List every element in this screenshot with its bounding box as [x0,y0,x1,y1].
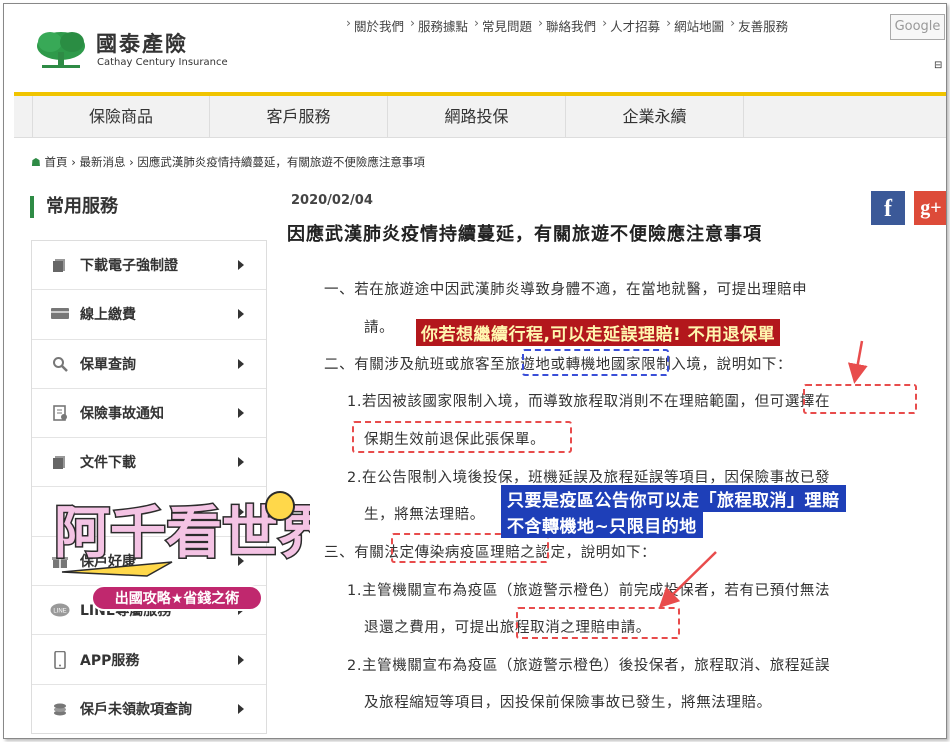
chevron-right-icon [238,260,244,271]
nav-online-insure[interactable]: 網路投保 [388,96,566,137]
sidebar-item-label: APP服務 [80,652,140,669]
article-paragraph: 2.在公告限制入境後投保，班機延誤及旅程延誤等項目，因保險事故已發 [347,470,831,486]
article-paragraph: 請。 [364,320,395,336]
breadcrumb-current: 因應武漢肺炎疫情持續蔓延，有關旅遊不便險應注意事項 [137,155,425,169]
breadcrumb-home[interactable]: 首頁 [45,155,68,169]
highlight-box-red [352,421,572,453]
sidebar-title: 常用服務 [30,196,118,218]
chevron-right-icon [238,309,244,320]
top-link-locations[interactable]: 服務據點 [410,15,474,35]
highlight-box-red [803,384,917,414]
sidebar-item-label: 保單查詢 [80,356,136,373]
brand-name-en[interactable]: Cathay Century Insurance [97,57,228,68]
article-paragraph: 一、若在旅遊途中因武漢肺炎導致身體不適，在當地就醫，可提出理賠申 [324,282,808,298]
sidebar-item-app-service[interactable]: APP服務 [32,635,266,685]
chevron-right-icon [238,408,244,419]
highlight-box-blue [522,349,669,376]
top-link-contact[interactable]: 聯絡我們 [538,15,602,35]
article-paragraph: 及旅程縮短等項目，因投保前保險事故已發生，將無法理賠。 [364,695,772,711]
claim-form-icon [50,404,70,422]
browser-page: 國泰產險 Cathay Century Insurance 關於我們 服務據點 … [3,3,947,739]
nav-sustainability[interactable]: 企業永續 [566,96,744,137]
breadcrumb: ☗ 首頁 › 最新消息 › 因應武漢肺炎疫情持續蔓延，有關旅遊不便險應注意事項 [31,154,425,170]
top-link-sitemap[interactable]: 網站地圖 [666,15,730,35]
highlight-box-red [516,607,680,639]
annotation-red-note: 你若想繼續行程,可以走延誤理賠! 不用退保單 [416,319,781,346]
article-date: 2020/02/04 [291,193,373,208]
article-title: 因應武漢肺炎疫情持續蔓延，有關旅遊不便險應注意事項 [287,224,762,245]
top-links: 關於我們 服務據點 常見問題 聯絡我們 人才招募 網站地圖 友善服務 [346,15,794,35]
nav-customer-service[interactable]: 客戶服務 [210,96,388,137]
cathay-tree-logo[interactable] [28,28,94,72]
chevron-right-icon [238,704,244,715]
chevron-right-icon [238,654,244,665]
top-link-about[interactable]: 關於我們 [346,15,410,35]
facebook-share-button[interactable]: f [871,191,905,225]
watermark-logo: 阿千看世界 出國攻略★省錢之術 [53,491,310,611]
chevron-right-icon [238,457,244,468]
sidebar-item-online-payment[interactable]: 線上繳費 [32,290,266,340]
document-stack-icon [50,256,70,274]
sidebar-item-label: 線上繳費 [80,307,136,324]
main-nav: 保險商品 客戶服務 網路投保 企業永續 [14,96,946,138]
article-paragraph: 1.若因被該國家限制入境，而導致旅程取消則不在理賠範圍，但可選擇在 [347,394,831,410]
sidebar-item-unclaimed-funds[interactable]: 保戶未領款項查詢 [32,685,266,734]
sidebar-item-download-cert[interactable]: 下載電子強制證 [32,241,266,291]
sidebar-item-label: 文件下載 [80,455,136,472]
brand-name-cn[interactable]: 國泰產險 [96,28,188,58]
annotation-blue-note: 不含轉機地~只限目的地 [501,511,703,538]
home-icon[interactable]: ☗ [31,156,41,169]
article-paragraph: 生，將無法理賠。 [364,507,485,523]
search-icon [50,355,70,373]
top-link-careers[interactable]: 人才招募 [602,15,666,35]
collapse-icon[interactable]: ⊟ [934,60,942,71]
svg-text:出國攻略★省錢之術: 出國攻略★省錢之術 [115,590,240,607]
phone-icon [50,650,70,669]
annotation-blue-note: 只要是疫區公告你可以走「旅程取消」理賠 [501,485,846,512]
coin-icon [50,700,70,718]
sidebar-item-label: 下載電子強制證 [80,258,178,275]
breadcrumb-separator: › [71,155,76,169]
chevron-right-icon [238,358,244,369]
top-link-accessibility[interactable]: 友善服務 [730,15,794,35]
document-stack-icon [50,453,70,471]
sidebar-item-accident-notice[interactable]: 保險事故通知 [32,389,266,439]
sidebar-item-label: 保險事故通知 [80,406,164,423]
google-search-box[interactable]: Google [890,14,945,40]
breadcrumb-separator: › [129,155,134,169]
sidebar-item-policy-search[interactable]: 保單查詢 [32,340,266,389]
article-paragraph: 1.主管機關宣布為疫區（旅遊警示橙色）前完成投保者，若有已預付無法 [347,583,831,599]
top-link-faq[interactable]: 常見問題 [474,15,538,35]
card-payment-icon [50,305,70,323]
google-plus-share-button[interactable]: g+ [914,191,946,225]
sidebar-item-label: 保戶未領款項查詢 [80,702,192,719]
article-paragraph: 2.主管機關宣布為疫區（旅遊警示橙色）後投保者，旅程取消、旅程延誤 [347,658,831,674]
arrow-down-icon [847,340,868,384]
nav-products[interactable]: 保險商品 [32,96,210,137]
breadcrumb-news[interactable]: 最新消息 [79,155,125,169]
